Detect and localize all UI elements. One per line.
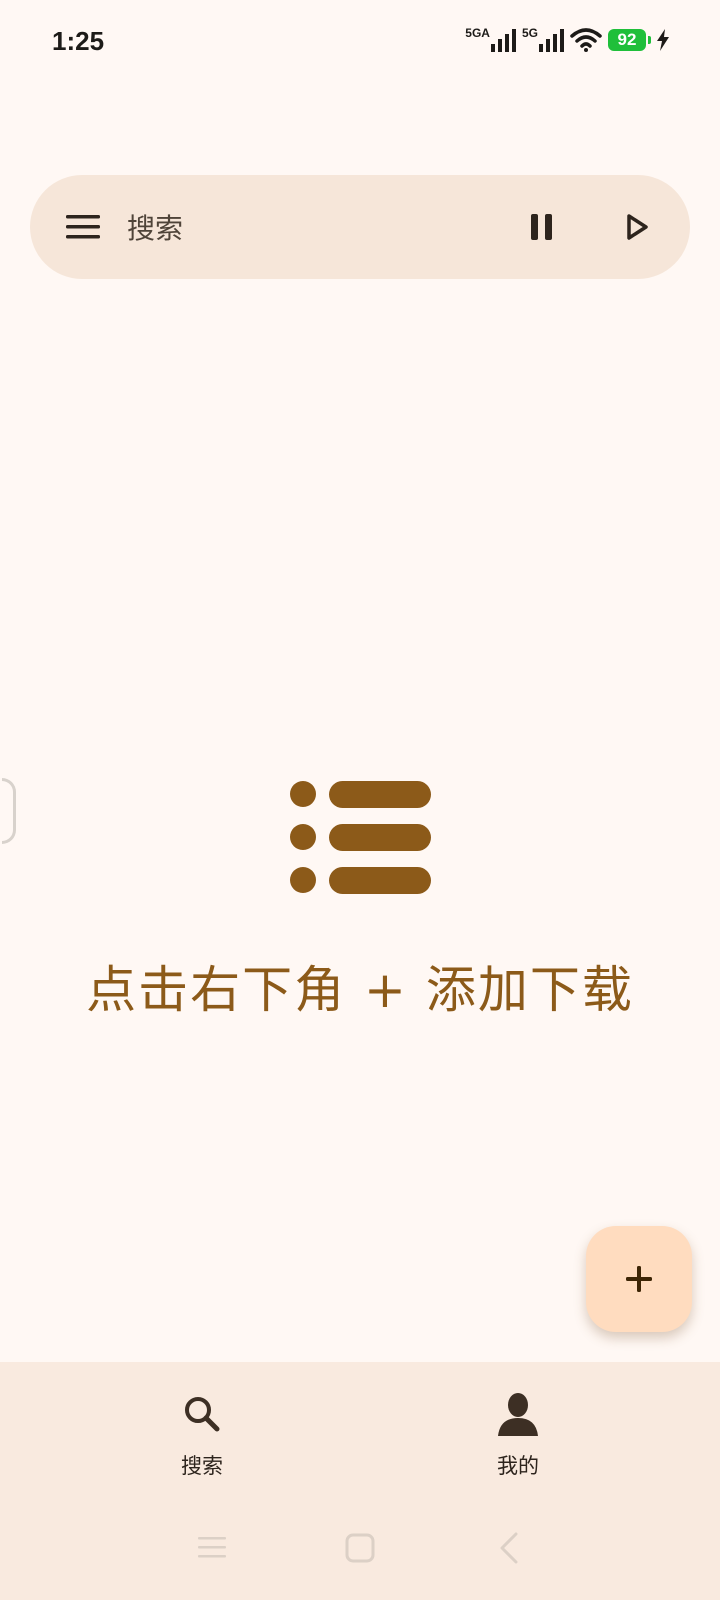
empty-state-hint: 点击右下角 + 添加下载 (86, 961, 634, 1019)
charging-icon (657, 29, 669, 51)
nav-item-mine[interactable]: 我的 (438, 1392, 598, 1492)
person-icon (498, 1393, 538, 1436)
add-download-button[interactable] (586, 1226, 692, 1332)
signal-icon (539, 29, 564, 52)
search-icon (185, 1397, 220, 1432)
status-time: 1:25 (52, 26, 105, 56)
nav-item-search[interactable]: 搜索 (122, 1392, 282, 1492)
list-icon (290, 781, 431, 894)
nav-item-mine-label: 我的 (497, 1454, 539, 1478)
plus-icon (626, 1266, 652, 1292)
status-icons: 5GA 5G 92 (465, 26, 670, 52)
edge-drawer-handle[interactable] (2, 778, 16, 844)
status-bar: 1:25 5GA 5G 92 (0, 0, 720, 86)
play-icon[interactable] (620, 211, 652, 243)
wifi-icon (570, 28, 602, 52)
search-bar[interactable]: 搜索 (30, 175, 690, 279)
back-icon[interactable] (490, 1528, 530, 1568)
signal-icon (490, 29, 516, 52)
system-nav-bar (0, 1528, 720, 1578)
search-input[interactable]: 搜索 (127, 207, 183, 247)
nav-item-search-label: 搜索 (181, 1454, 223, 1478)
network-label-5ga: 5GA (465, 26, 490, 40)
home-icon[interactable] (340, 1528, 380, 1568)
menu-icon[interactable] (66, 213, 100, 241)
network-label-5g: 5G (521, 26, 538, 40)
pause-icon[interactable] (526, 211, 558, 243)
battery-icon: 92 (608, 29, 651, 51)
recents-icon[interactable] (192, 1528, 232, 1568)
